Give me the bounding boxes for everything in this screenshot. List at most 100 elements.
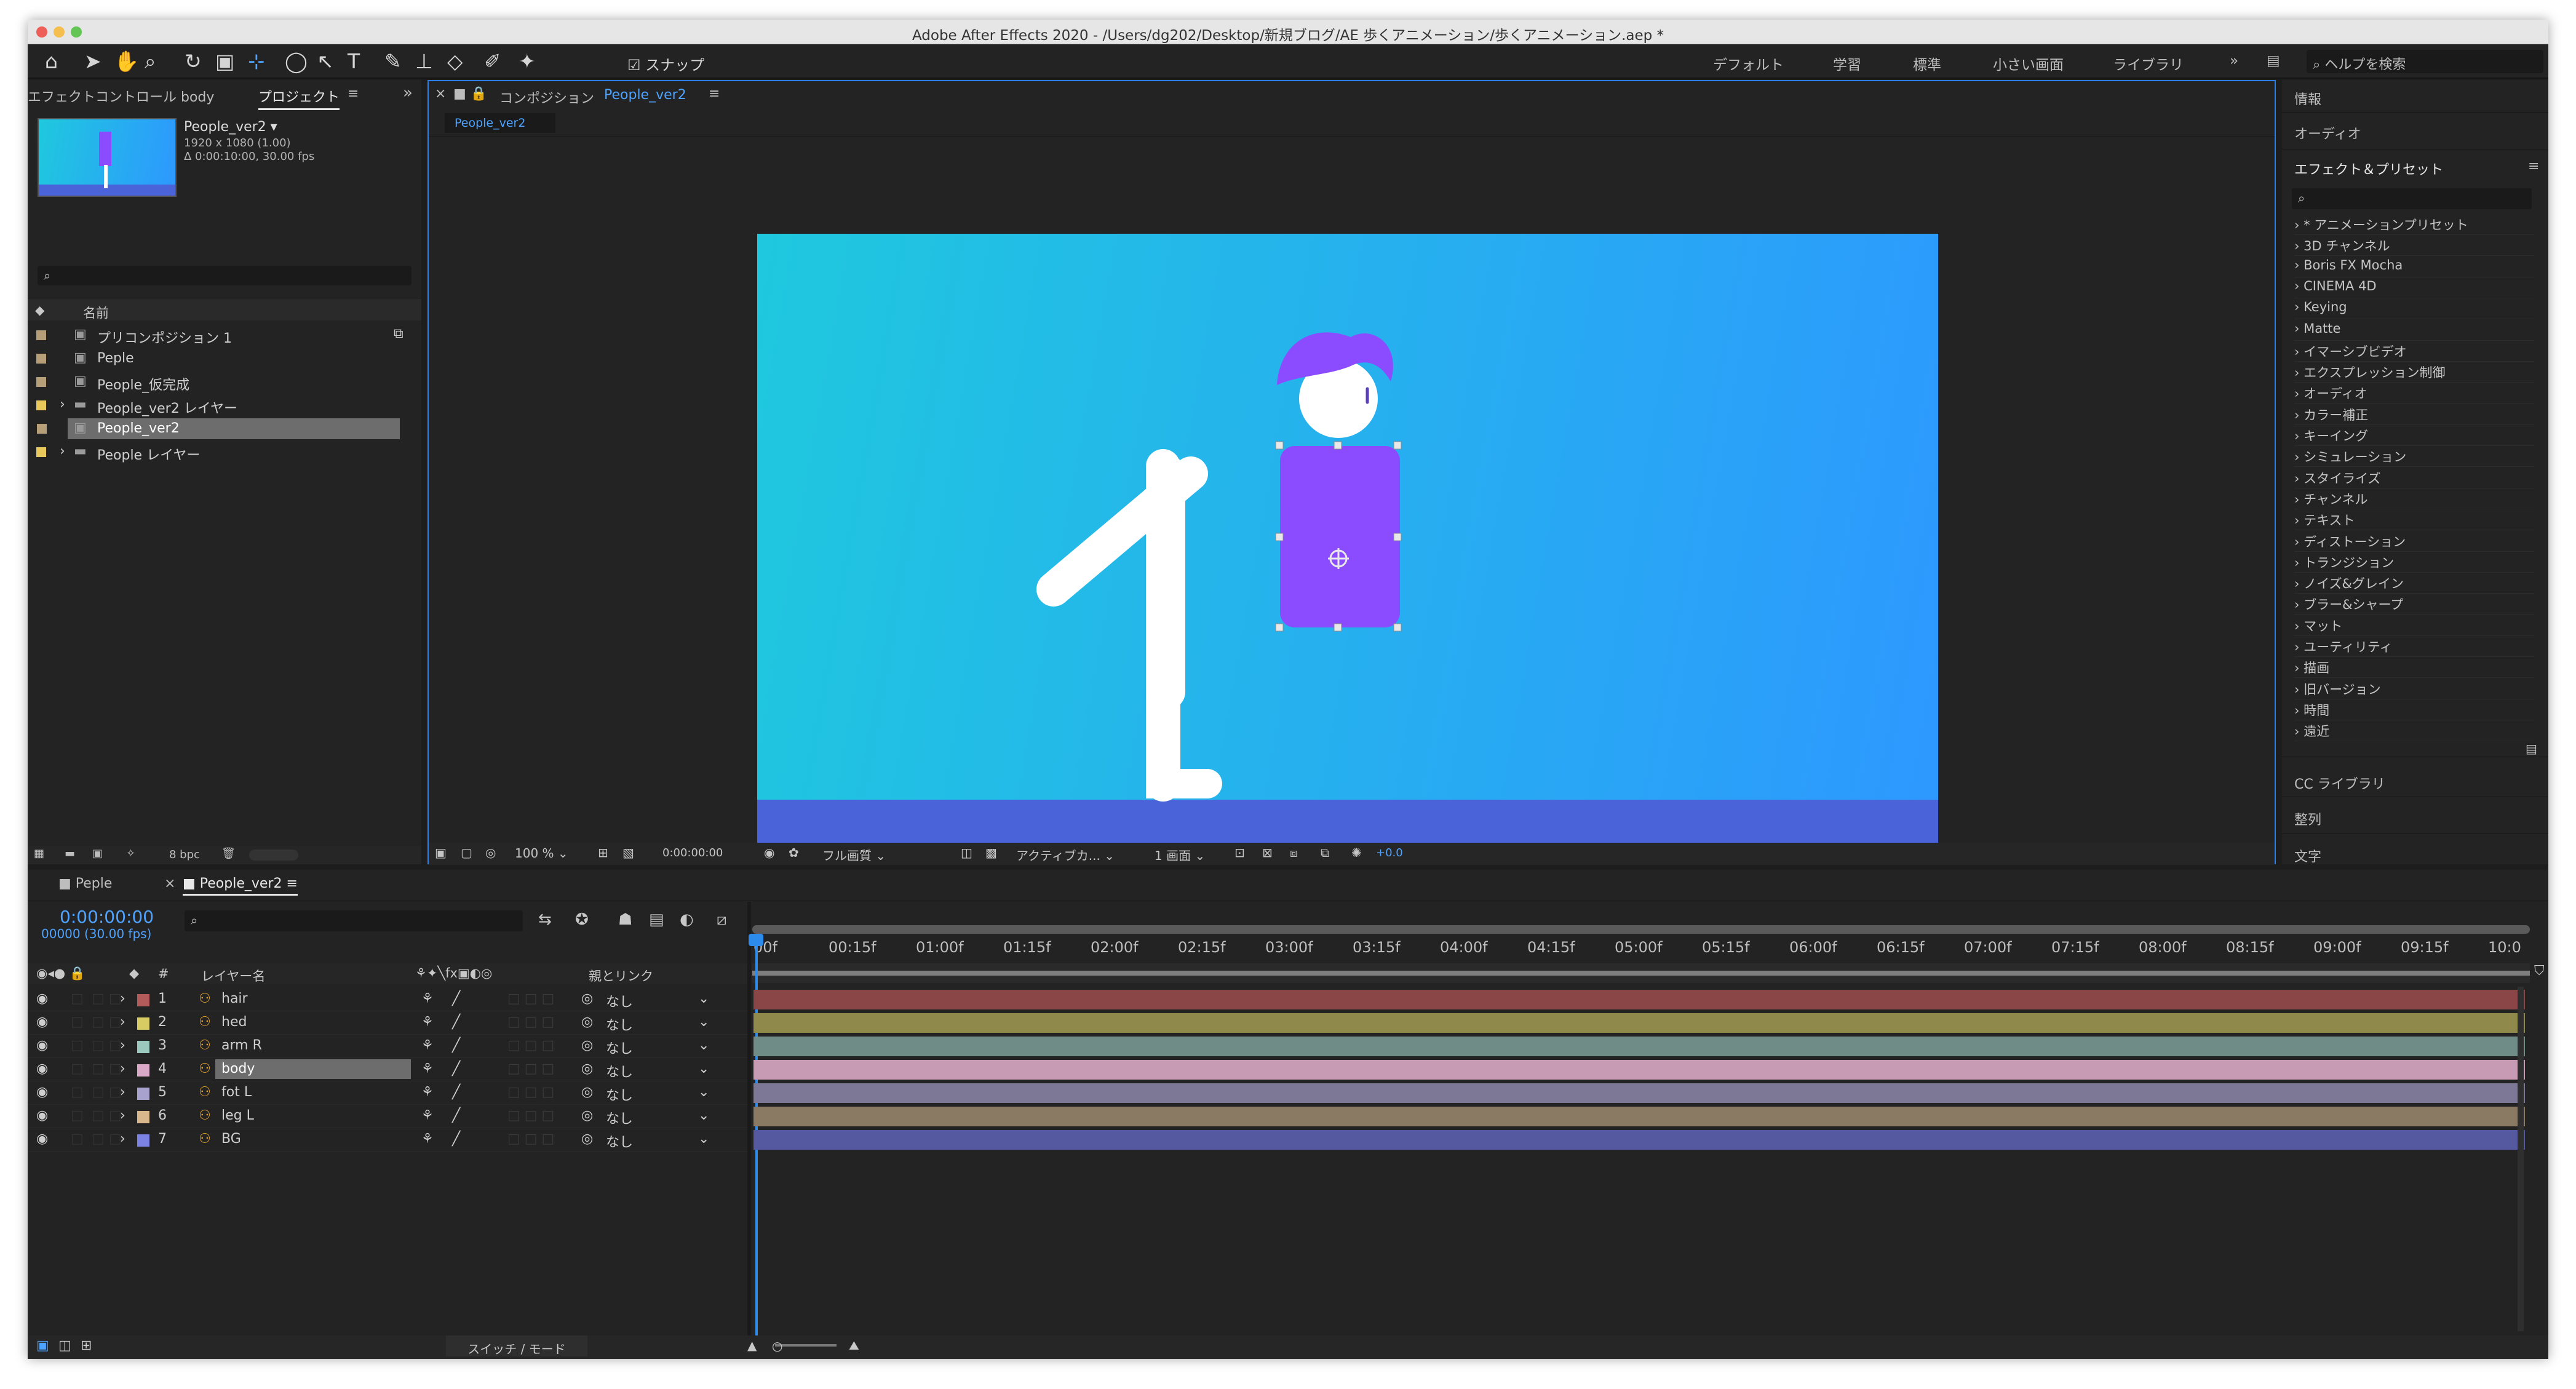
shy-switch-icon[interactable]: ⚘ [421, 1061, 434, 1077]
workspace-library[interactable]: ライブラリ [2113, 53, 2184, 74]
layer-switch-boxes[interactable]: □ □ □ [507, 1131, 554, 1147]
pick-whip-icon[interactable]: ◎ [581, 1108, 593, 1123]
frame-blending-icon[interactable]: ▤ [649, 910, 664, 929]
project-item[interactable]: › ▬ People_ver2 レイヤー [28, 395, 400, 416]
project-settings-icon[interactable]: ✧ [126, 847, 135, 860]
pick-whip-icon[interactable]: ◎ [581, 991, 593, 1006]
puppet-tool-icon[interactable]: ✦ [519, 49, 536, 73]
time-ruler[interactable]: 00f 00:15f 01:00f 01:15f 02:00f 02:15f 03:00f 0… [753, 939, 2525, 957]
layer-label-swatch[interactable] [137, 1111, 149, 1123]
pen-tool-icon[interactable]: ↖ [317, 49, 334, 73]
expand-arrow-icon[interactable]: › [60, 397, 65, 412]
tab-project[interactable]: プロジェクト [258, 86, 340, 110]
close-comp-tab-icon[interactable]: × [435, 86, 446, 101]
effect-category[interactable]: › 遠近 [2294, 722, 2534, 742]
home-icon[interactable]: ⌂ [45, 49, 58, 73]
layer-label-swatch[interactable] [137, 1017, 149, 1030]
solo-toggle[interactable]: □ [92, 1061, 105, 1077]
audio-toggle[interactable]: □ [71, 1038, 84, 1053]
ellipse-tool-icon[interactable]: ◯ [285, 49, 308, 73]
visibility-eye-icon[interactable]: ◉ [36, 1085, 48, 1100]
cc-libraries-header[interactable]: CC ライブラリ [2294, 773, 2385, 793]
flowchart-icon[interactable]: ⧉ [394, 326, 403, 341]
layer-expand-arrow-icon[interactable]: › [120, 991, 125, 1006]
shy-layers-icon[interactable]: ☗ [618, 910, 632, 929]
effect-category[interactable]: › オーディオ [2294, 384, 2534, 404]
interpret-footage-icon[interactable]: ▦ [34, 847, 44, 860]
flowchart-comp-icon[interactable]: ⧉ [1321, 845, 1329, 860]
zoom-select[interactable]: 100 % ⌄ [515, 846, 568, 861]
layer-label-swatch[interactable] [137, 1064, 149, 1077]
layer-search-input[interactable]: ⌕ [185, 910, 523, 931]
effect-category[interactable]: › CINEMA 4D [2294, 279, 2534, 298]
parent-link-select[interactable]: なし [606, 991, 633, 1011]
label-header-icon[interactable]: ◆ [129, 966, 139, 981]
comp-tab-name[interactable]: People_ver2 [604, 87, 686, 103]
layer-label-swatch[interactable] [137, 1134, 149, 1147]
effects-presets-title[interactable]: エフェクト＆プリセット [2294, 159, 2443, 178]
panel-overflow-icon[interactable]: » [403, 84, 413, 102]
solo-toggle[interactable]: □ [92, 991, 105, 1006]
visibility-eye-icon[interactable]: ◉ [36, 1061, 48, 1077]
effect-category[interactable]: › 描画 [2294, 658, 2534, 679]
workspace-overflow-icon[interactable]: » [2230, 53, 2238, 69]
layer-name[interactable]: leg L [221, 1108, 254, 1123]
transparency-icon[interactable]: ▧ [622, 845, 634, 860]
project-item[interactable]: ▣ People_仮完成 [28, 372, 400, 393]
audio-toggle[interactable]: □ [71, 1131, 84, 1147]
layer-row[interactable]: ◉ □ □ □ › 7 ⚇ BG ⚘ ╱ □ □ □ ◎ なし ⌄ [28, 1128, 747, 1152]
type-tool-icon[interactable]: T [348, 49, 360, 73]
rotate-tool-icon[interactable]: ↻ [185, 49, 202, 73]
comp-mini-flowchart-icon[interactable]: ⇆ [538, 910, 552, 929]
workspace-learn[interactable]: 学習 [1833, 53, 1861, 74]
effects-search-input[interactable]: ⌕ [2292, 188, 2532, 209]
anchor-tool-icon[interactable]: ⊹ [248, 49, 265, 73]
effect-category[interactable]: › マット [2294, 616, 2534, 636]
layer-name-column-header[interactable]: レイヤー名 [201, 966, 265, 985]
effect-category[interactable]: › ノイズ&グレイン [2294, 574, 2534, 594]
new-folder-icon[interactable]: ▬ [65, 847, 75, 860]
layer-name[interactable]: fot L [221, 1085, 252, 1100]
workspace-default[interactable]: デフォルト [1713, 53, 1784, 74]
pick-whip-icon[interactable]: ◎ [581, 1085, 593, 1100]
new-comp-icon[interactable]: ▣ [92, 847, 103, 860]
effect-category[interactable]: › 旧バージョン [2294, 680, 2534, 699]
layer-name[interactable]: arm R [221, 1038, 262, 1053]
audio-panel-header[interactable]: オーディオ [2294, 123, 2361, 143]
effect-category[interactable]: › * アニメーションプリセット [2294, 215, 2534, 235]
layer-row[interactable]: ◉ □ □ □ › 2 ⚇ hed ⚘ ╱ □ □ □ ◎ なし ⌄ [28, 1011, 747, 1035]
parent-link-select[interactable]: なし [606, 1061, 633, 1081]
workspace-standard[interactable]: 標準 [1913, 53, 1941, 74]
effect-category[interactable]: › キーイング [2294, 426, 2534, 446]
solo-toggle[interactable]: □ [92, 1038, 105, 1053]
solo-toggle[interactable]: □ [92, 1014, 105, 1030]
timeline-timecode[interactable]: 0:00:00:00 [60, 907, 154, 927]
thumb-name[interactable]: People_ver2 ▾ [184, 119, 277, 135]
parent-dropdown-icon[interactable]: ⌄ [698, 1085, 709, 1100]
hand-tool-icon[interactable]: ✋ [114, 49, 139, 74]
shy-switch-icon[interactable]: ⚘ [421, 1131, 434, 1147]
shy-switch-icon[interactable]: ⚘ [421, 1038, 434, 1053]
pick-whip-icon[interactable]: ◎ [581, 1038, 593, 1053]
layer-row[interactable]: ◉ □ □ □ › 4 ⚇ body ⚘ ╱ □ □ □ ◎ なし ⌄ [28, 1058, 747, 1081]
project-item[interactable]: ▣ Peple [28, 348, 400, 369]
toggle-layer-switches-icon[interactable]: ▣ [36, 1338, 49, 1353]
layer-expand-arrow-icon[interactable]: › [120, 1038, 125, 1053]
parent-link-select[interactable]: なし [606, 1108, 633, 1128]
timeline-scrollbar[interactable] [2518, 987, 2524, 1331]
parent-dropdown-icon[interactable]: ⌄ [698, 991, 709, 1006]
effect-category[interactable]: › エクスプレッション制御 [2294, 363, 2534, 383]
label-swatch[interactable] [36, 330, 46, 340]
parent-column-header[interactable]: 親とリンク [589, 966, 653, 985]
layer-switch-boxes[interactable]: □ □ □ [507, 1108, 554, 1123]
label-column-icon[interactable]: ◆ [35, 303, 44, 317]
layer-switch-boxes[interactable]: □ □ □ [507, 1014, 554, 1030]
solo-toggle[interactable]: □ [92, 1108, 105, 1123]
effect-category[interactable]: › Keying [2294, 300, 2534, 320]
comp-lock-icon[interactable]: ■ 🔒 [453, 86, 487, 101]
effect-category[interactable]: › シミュレーション [2294, 447, 2534, 468]
layer-name[interactable]: BG [221, 1131, 241, 1147]
effect-category[interactable]: › カラー補正 [2294, 405, 2534, 425]
character-header[interactable]: 文字 [2294, 846, 2321, 866]
project-item[interactable]: ▣ プリコンポジション 1 [28, 325, 400, 346]
